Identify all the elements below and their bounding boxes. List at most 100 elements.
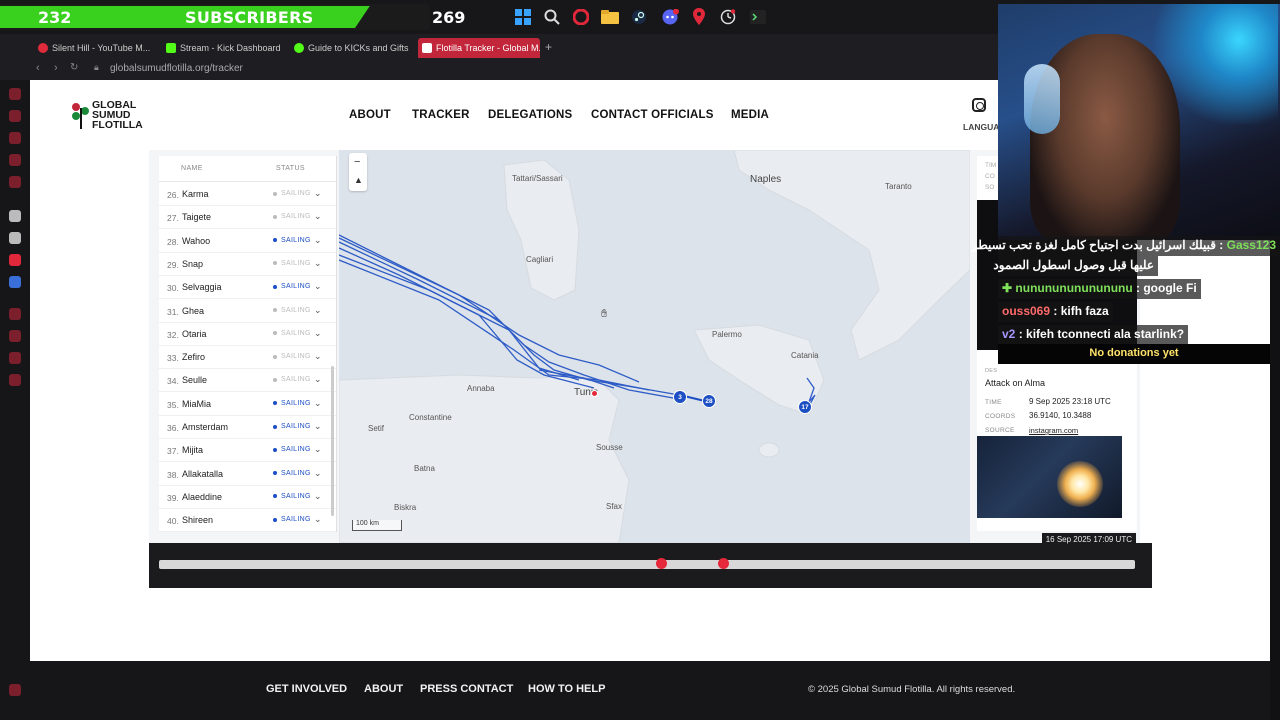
sidebar-app-icon[interactable] xyxy=(9,110,21,122)
discord-icon[interactable] xyxy=(660,7,680,27)
map[interactable]: − ▲ Tattari/Sassari Naples Taranto Cagli… xyxy=(339,150,970,543)
chevron-down-icon[interactable]: ⌄ xyxy=(314,444,322,455)
nav-contact-officials[interactable]: CONTACT OFFICIALS xyxy=(591,109,714,121)
terminal-app-icon[interactable] xyxy=(748,7,768,27)
footer-press-contact[interactable]: PRESS CONTACT xyxy=(420,683,513,695)
chevron-down-icon[interactable]: ⌄ xyxy=(314,188,322,199)
forward-icon[interactable]: › xyxy=(54,62,58,74)
vessel-name: Karma xyxy=(182,189,209,199)
vessel-row[interactable]: 30. Selvaggia SAILING ⌄ xyxy=(159,276,336,300)
vessel-cluster-badge[interactable]: 28 xyxy=(702,394,716,408)
url-input[interactable]: globalsumudflotilla.org/tracker xyxy=(110,63,243,74)
vessel-row[interactable]: 26. Karma SAILING ⌄ xyxy=(159,183,336,206)
chevron-down-icon[interactable]: ⌄ xyxy=(314,351,322,362)
search-icon[interactable] xyxy=(542,7,562,27)
nav-tracker[interactable]: TRACKER xyxy=(412,109,470,121)
sidebar-app-icon[interactable] xyxy=(9,352,21,364)
event-title: Attack on Alma xyxy=(985,378,1046,388)
map-label-batna: Batna xyxy=(414,464,435,473)
vessel-row[interactable]: 38. Allakatalla SAILING ⌄ xyxy=(159,463,336,486)
vessel-row[interactable]: 35. MiaMia SAILING ⌄ xyxy=(159,393,336,416)
event-source-link[interactable]: instagram.com xyxy=(1029,426,1078,435)
back-icon[interactable]: ‹ xyxy=(36,62,40,74)
chevron-down-icon[interactable]: ⌄ xyxy=(314,328,322,339)
nav-media[interactable]: MEDIA xyxy=(731,109,769,121)
sidebar-app-icon[interactable] xyxy=(9,132,21,144)
footer-how-to-help[interactable]: HOW TO HELP xyxy=(528,683,605,695)
chevron-down-icon[interactable]: ⌄ xyxy=(314,374,322,385)
vessel-row[interactable]: 37. Mijita SAILING ⌄ xyxy=(159,439,336,463)
vessel-row[interactable]: 27. Taigete SAILING ⌄ xyxy=(159,206,336,230)
timeline-track[interactable] xyxy=(159,560,1135,569)
zoom-out-button[interactable]: − xyxy=(354,156,360,168)
sidebar-app-icon[interactable] xyxy=(9,210,21,222)
clock-app-icon[interactable] xyxy=(718,7,738,27)
chat-username: nunununununununu xyxy=(1015,281,1133,295)
footer-get-involved[interactable]: GET INVOLVED xyxy=(266,683,347,695)
chat-message: v2 : kifeh tconnecti ala starlink? xyxy=(998,325,1189,345)
sidebar-app-icon[interactable] xyxy=(9,254,21,266)
chevron-down-icon[interactable]: ⌄ xyxy=(314,305,322,316)
tab-kick-dashboard[interactable]: Stream - Kick Dashboard xyxy=(162,38,282,58)
vessel-status-text: SAILING xyxy=(281,399,311,407)
vessel-row[interactable]: 28. Wahoo SAILING ⌄ xyxy=(159,230,336,253)
map-label-annaba: Annaba xyxy=(467,384,495,393)
chevron-down-icon[interactable]: ⌄ xyxy=(314,421,322,432)
chevron-down-icon[interactable]: ⌄ xyxy=(314,491,322,502)
vessel-list-scrollbar[interactable] xyxy=(331,366,334,516)
language-selector[interactable]: LANGUA xyxy=(963,122,999,132)
chevron-down-icon[interactable]: ⌄ xyxy=(314,514,322,525)
location-pin-icon[interactable] xyxy=(689,7,709,27)
steam-icon[interactable] xyxy=(629,7,649,27)
map-label-constantine: Constantine xyxy=(409,413,452,422)
new-tab-button[interactable]: + xyxy=(545,40,552,54)
status-dot-icon xyxy=(273,517,277,522)
site-logo[interactable]: GLOBAL SUMUD FLOTILLA xyxy=(70,100,160,132)
chevron-down-icon[interactable]: ⌄ xyxy=(314,235,322,246)
vessel-row[interactable]: 31. Ghea SAILING ⌄ xyxy=(159,300,336,323)
vessel-row[interactable]: 39. Alaeddine SAILING ⌄ xyxy=(159,486,336,509)
sidebar-settings-icon[interactable] xyxy=(9,684,21,696)
footer-about[interactable]: ABOUT xyxy=(364,683,403,695)
opera-browser-icon[interactable] xyxy=(571,7,591,27)
sidebar-app-icon[interactable] xyxy=(9,308,21,320)
north-africa-land xyxy=(339,374,630,543)
vessel-status: SAILING xyxy=(273,376,311,383)
compass-reset-icon[interactable]: ▲ xyxy=(354,175,363,185)
windows-start-icon[interactable] xyxy=(513,7,533,27)
vessel-row[interactable]: 29. Snap SAILING ⌄ xyxy=(159,253,336,276)
chat-username: v2 xyxy=(1002,327,1016,341)
x-twitter-icon[interactable] xyxy=(9,232,21,244)
vessel-row[interactable]: 40. Shireen SAILING ⌄ xyxy=(159,509,336,532)
vessel-row[interactable]: 33. Zefiro SAILING ⌄ xyxy=(159,346,336,370)
tab-flotilla-tracker[interactable]: Flotilla Tracker - Global M... xyxy=(418,38,540,58)
sidebar-app-icon[interactable] xyxy=(9,154,21,166)
map-zoom-control[interactable]: − ▲ xyxy=(349,153,367,191)
sidebar-app-icon[interactable] xyxy=(9,176,21,188)
sidebar-app-icon[interactable] xyxy=(9,330,21,342)
tab-kick-guide[interactable]: Guide to KICKs and Gifts xyxy=(290,38,412,58)
chevron-down-icon[interactable]: ⌄ xyxy=(314,281,322,292)
chevron-down-icon[interactable]: ⌄ xyxy=(314,468,322,479)
vessel-row[interactable]: 32. Otaria SAILING ⌄ xyxy=(159,323,336,346)
vessel-status-text: SAILING xyxy=(281,236,311,244)
vessel-row[interactable]: 34. Seulle SAILING ⌄ xyxy=(159,369,336,393)
sidebar-app-icon[interactable] xyxy=(9,88,21,100)
vessel-cluster-badge[interactable]: 17 xyxy=(798,400,812,414)
event-photo[interactable] xyxy=(977,436,1122,518)
file-explorer-icon[interactable] xyxy=(600,7,620,27)
chevron-down-icon[interactable]: ⌄ xyxy=(314,211,322,222)
attack-marker-icon[interactable] xyxy=(591,390,598,397)
chevron-down-icon[interactable]: ⌄ xyxy=(314,258,322,269)
vessel-row[interactable]: 36. Amsterdam SAILING ⌄ xyxy=(159,416,336,439)
nav-about[interactable]: ABOUT xyxy=(349,109,391,121)
sidebar-app-icon[interactable] xyxy=(9,374,21,386)
instagram-icon[interactable] xyxy=(972,98,986,112)
vessel-cluster-badge[interactable]: 3 xyxy=(673,390,687,404)
nav-delegations[interactable]: DELEGATIONS xyxy=(488,109,572,121)
tab-youtube[interactable]: Silent Hill - YouTube M... xyxy=(34,38,154,58)
sidebar-app-icon[interactable] xyxy=(9,276,21,288)
chevron-down-icon[interactable]: ⌄ xyxy=(314,398,322,409)
timeline-handle[interactable] xyxy=(655,558,667,569)
reload-icon[interactable]: ↻ xyxy=(70,62,78,73)
